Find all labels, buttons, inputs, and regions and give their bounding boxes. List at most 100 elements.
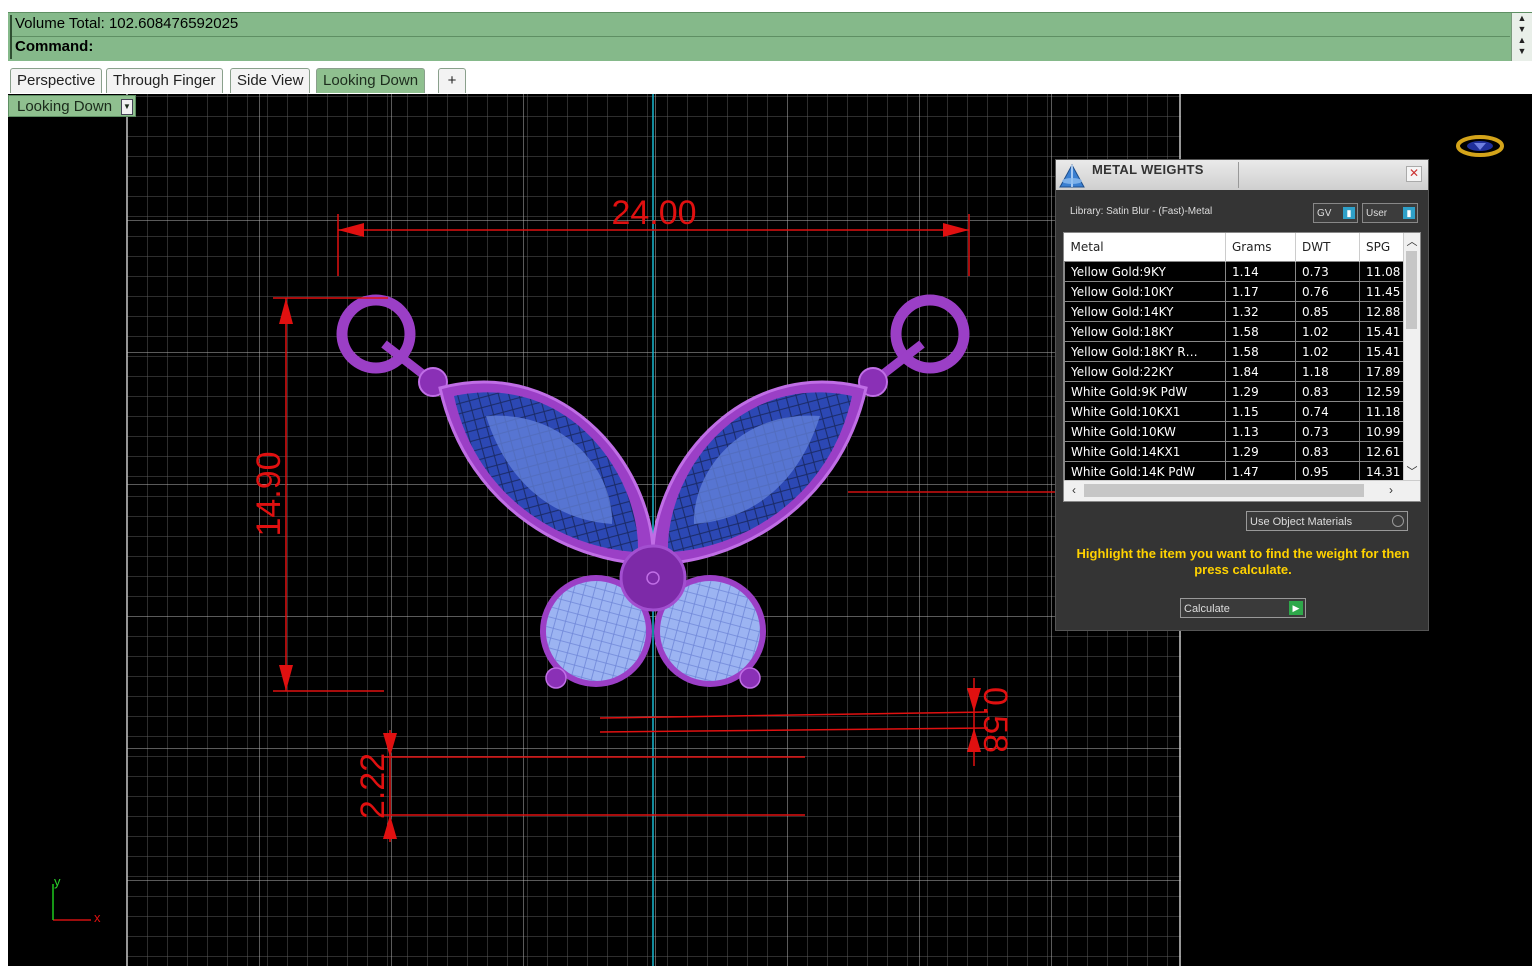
user-toggle[interactable]: User ▮ [1362, 203, 1418, 223]
close-icon[interactable]: ✕ [1406, 166, 1422, 182]
scroll-up-icon[interactable]: ▲ [1512, 13, 1532, 24]
viewport-title: Looking Down [17, 98, 113, 115]
column-header-spg[interactable]: SPG [1359, 233, 1405, 262]
dim-height-label: 14.90 [250, 451, 288, 536]
chevron-left-icon[interactable]: ‹ [1067, 483, 1081, 497]
table-row[interactable]: White Gold:10KW 1.13 0.73 10.99 [1064, 421, 1405, 442]
table-cell: 1.18 [1295, 361, 1360, 382]
table-cell: 15.41 [1359, 341, 1405, 362]
toggle-icon: ▮ [1403, 207, 1415, 219]
scroll-down-icon-2[interactable]: ▼ [1512, 46, 1532, 57]
table-row[interactable]: Yellow Gold:18KY R… 1.58 1.02 15.41 [1064, 341, 1405, 362]
chevron-down-icon[interactable]: ▼ [121, 99, 133, 115]
table-cell: White Gold:14K PdW [1064, 461, 1226, 482]
table-cell: 1.32 [1225, 301, 1296, 322]
table-cell: 12.88 [1359, 301, 1405, 322]
table-cell: White Gold:14KX1 [1064, 441, 1226, 462]
gv-toggle[interactable]: GV ▮ [1313, 203, 1358, 223]
table-cell: 0.95 [1295, 461, 1360, 482]
table-horizontal-scrollbar[interactable]: ‹ › [1064, 480, 1420, 501]
table-row[interactable]: White Gold:9K PdW 1.29 0.83 12.59 [1064, 381, 1405, 402]
table-row[interactable]: Yellow Gold:10KY 1.17 0.76 11.45 [1064, 281, 1405, 302]
ring-thumbnail-icon[interactable] [1456, 135, 1504, 157]
scale-icon [1059, 163, 1085, 188]
table-cell: Yellow Gold:10KY [1064, 281, 1226, 302]
table-cell: 12.59 [1359, 381, 1405, 402]
center-body [619, 544, 687, 612]
table-cell: White Gold:10KW [1064, 421, 1226, 442]
table-cell: 1.17 [1225, 281, 1296, 302]
instruction-text: Highlight the item you want to find the … [1076, 546, 1410, 577]
table-cell: 1.58 [1225, 341, 1296, 362]
table-vertical-scrollbar[interactable]: ︿ ﹀ [1403, 233, 1420, 481]
table-cell: 1.58 [1225, 321, 1296, 342]
table-row[interactable]: Yellow Gold:14KY 1.32 0.85 12.88 [1064, 301, 1405, 322]
titlebar-divider [1238, 162, 1239, 188]
table-cell: 11.45 [1359, 281, 1405, 302]
table-row[interactable]: Yellow Gold:9KY 1.14 0.73 11.08 [1064, 261, 1405, 282]
tab-add-icon[interactable]: + [438, 68, 466, 93]
table-cell: White Gold:9K PdW [1064, 381, 1226, 402]
volume-total-text: Volume Total: 102.608476592025 [15, 15, 239, 32]
calculate-button[interactable]: Calculate ▶ [1180, 598, 1306, 618]
chevron-right-icon[interactable]: › [1384, 483, 1398, 497]
radio-icon[interactable] [1392, 515, 1404, 527]
table-cell: Yellow Gold:18KY [1064, 321, 1226, 342]
command-prompt[interactable]: Command: [15, 38, 93, 55]
chevron-up-icon[interactable]: ︿ [1404, 235, 1420, 249]
viewport-title-dropdown[interactable]: Looking Down ▼ [8, 95, 136, 117]
dim-width-label: 24.00 [611, 194, 696, 232]
dim-bottom-label: 2.22 [354, 753, 392, 819]
chevron-down-icon[interactable]: ﹀ [1404, 465, 1420, 479]
table-cell: 10.99 [1359, 421, 1405, 442]
table-cell: 1.47 [1225, 461, 1296, 482]
table-row[interactable]: White Gold:14KX1 1.29 0.83 12.61 [1064, 441, 1405, 462]
table-cell: White Gold:10KX1 [1064, 401, 1226, 422]
table-cell: 1.14 [1225, 261, 1296, 282]
table-cell: 0.76 [1295, 281, 1360, 302]
use-object-materials-label: Use Object Materials [1250, 516, 1353, 528]
table-cell: 15.41 [1359, 321, 1405, 342]
scroll-thumb[interactable] [1084, 484, 1364, 497]
table-cell: Yellow Gold:22KY [1064, 361, 1226, 382]
command-area: Volume Total: 102.608476592025 Command: … [8, 12, 1532, 61]
table-cell: 1.29 [1225, 441, 1296, 462]
tab-side-view[interactable]: Side View [230, 68, 311, 93]
metal-weights-panel: METAL WEIGHTS ✕ Library: Satin Blur - (F… [1055, 159, 1429, 631]
metal-table[interactable]: Metal Grams DWT SPG Yellow Gold:9KY 1.14 0… [1063, 232, 1421, 502]
table-cell: 1.29 [1225, 381, 1296, 402]
table-cell: 12.61 [1359, 441, 1405, 462]
table-cell: 11.18 [1359, 401, 1405, 422]
table-cell: Yellow Gold:18KY R… [1064, 341, 1226, 362]
table-cell: Yellow Gold:14KY [1064, 301, 1226, 322]
table-row[interactable]: Yellow Gold:18KY 1.58 1.02 15.41 [1064, 321, 1405, 342]
table-cell: 14.31 [1359, 461, 1405, 482]
tab-looking-down[interactable]: Looking Down [316, 68, 426, 93]
column-header-grams[interactable]: Grams [1225, 233, 1296, 262]
panel-title: METAL WEIGHTS [1092, 162, 1204, 177]
table-row[interactable]: White Gold:10KX1 1.15 0.74 11.18 [1064, 401, 1405, 422]
scroll-down-icon[interactable]: ▼ [1512, 24, 1532, 35]
calculate-label: Calculate [1184, 603, 1230, 615]
table-cell: 0.73 [1295, 421, 1360, 442]
gv-toggle-label: GV [1317, 208, 1332, 219]
right-bottom-bead [739, 667, 761, 689]
table-cell: 0.83 [1295, 381, 1360, 402]
table-row[interactable]: Yellow Gold:22KY 1.84 1.18 17.89 [1064, 361, 1405, 382]
play-icon: ▶ [1289, 601, 1303, 615]
column-header-metal[interactable]: Metal [1064, 233, 1226, 262]
tab-through-finger[interactable]: Through Finger [106, 68, 223, 93]
world-x-label: x [94, 910, 101, 925]
command-area-grip[interactable] [10, 15, 12, 59]
column-header-dwt[interactable]: DWT [1295, 233, 1360, 262]
scroll-up-icon-2[interactable]: ▲ [1512, 35, 1532, 46]
command-scrollbar[interactable]: ▲ ▼ ▲ ▼ [1511, 13, 1532, 61]
table-cell: 1.02 [1295, 341, 1360, 362]
use-object-materials-option[interactable]: Use Object Materials [1246, 511, 1408, 531]
panel-titlebar[interactable]: METAL WEIGHTS ✕ [1056, 160, 1428, 190]
table-cell: 1.02 [1295, 321, 1360, 342]
table-cell: Yellow Gold:9KY [1064, 261, 1226, 282]
table-row[interactable]: White Gold:14K PdW 1.47 0.95 14.31 [1064, 461, 1405, 482]
tab-perspective[interactable]: Perspective [10, 68, 103, 93]
scroll-thumb[interactable] [1406, 251, 1417, 329]
